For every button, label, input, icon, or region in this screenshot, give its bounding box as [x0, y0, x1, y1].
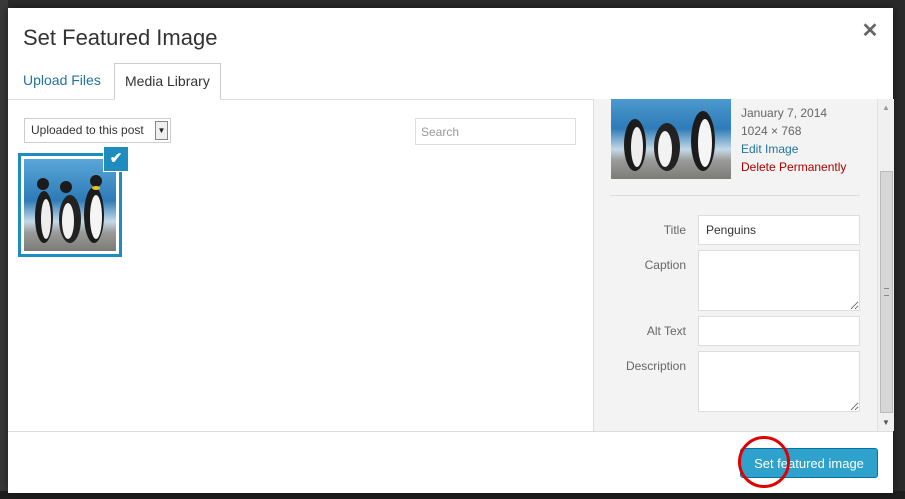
- alt-text-field[interactable]: [698, 316, 860, 346]
- edit-image-link[interactable]: Edit Image: [741, 140, 846, 158]
- sidebar-scrollbar[interactable]: ▲ ▼: [877, 99, 894, 431]
- admin-sidebar-edge: [0, 0, 8, 499]
- attachment-filter-select[interactable]: Uploaded to this post ▼: [24, 118, 171, 143]
- attachment-meta: January 7, 2014 1024 × 768 Edit Image De…: [741, 104, 846, 176]
- grip-icon: [884, 288, 889, 296]
- close-icon[interactable]: ✕: [861, 21, 879, 41]
- search-input[interactable]: [415, 118, 576, 145]
- selected-check-icon[interactable]: ✔: [103, 146, 129, 172]
- upload-date: January 7, 2014: [741, 106, 828, 120]
- caption-label: Caption: [644, 258, 686, 272]
- details-thumbnail: [611, 99, 731, 179]
- modal-title: Set Featured Image: [23, 25, 218, 50]
- chevron-down-icon[interactable]: ▼: [155, 121, 168, 140]
- scroll-down-icon[interactable]: ▼: [882, 418, 890, 427]
- description-label: Description: [625, 359, 686, 373]
- penguins-image: [24, 159, 116, 251]
- delete-permanently-link[interactable]: Delete Permanently: [741, 158, 846, 176]
- caption-field[interactable]: [698, 250, 860, 311]
- attachment-thumbnail[interactable]: ✔: [18, 146, 129, 257]
- scrollbar-thumb[interactable]: [880, 171, 893, 413]
- set-featured-image-button[interactable]: Set featured image: [740, 448, 878, 478]
- alt-text-label: Alt Text: [646, 324, 686, 338]
- title-label: Title: [663, 223, 686, 237]
- media-frame-content: Uploaded to this post ▼ ✔: [8, 99, 894, 431]
- scroll-up-icon[interactable]: ▲: [882, 103, 890, 112]
- modal-toolbar: Set featured image: [8, 431, 893, 493]
- attachment-details-sidebar: January 7, 2014 1024 × 768 Edit Image De…: [593, 99, 894, 431]
- tab-media-library[interactable]: Media Library: [114, 63, 221, 100]
- divider: [610, 195, 860, 196]
- tab-upload-files[interactable]: Upload Files: [13, 63, 111, 98]
- router-tabs: Upload Files Media Library: [8, 63, 893, 100]
- image-dimensions: 1024 × 768: [741, 124, 802, 138]
- title-field[interactable]: [698, 215, 860, 245]
- description-field[interactable]: [698, 351, 860, 412]
- filter-selected-value: Uploaded to this post: [31, 123, 144, 137]
- media-modal: Set Featured Image ✕ Upload Files Media …: [8, 8, 894, 493]
